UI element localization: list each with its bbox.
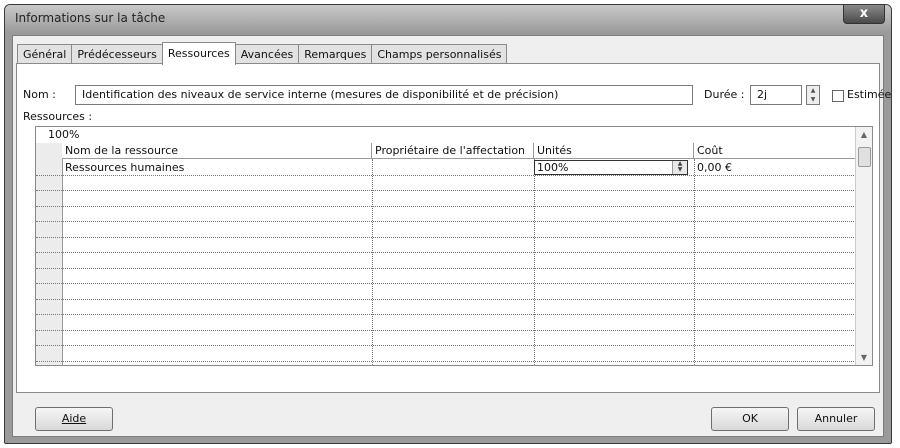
scroll-thumb[interactable]: [858, 147, 871, 167]
row-divider: [36, 299, 858, 300]
units-spinner-icon[interactable]: ▲ ▼: [672, 161, 687, 174]
cell-cost[interactable]: 0,00 €: [697, 160, 732, 175]
column-header-cost[interactable]: Coût: [694, 143, 858, 159]
dialog-title: Informations sur la tâche: [15, 11, 166, 25]
help-button-label: Aide: [61, 412, 87, 425]
resources-label: Ressources :: [23, 110, 93, 123]
grid-edit-bar[interactable]: 100%: [36, 127, 858, 144]
row-divider: [36, 175, 858, 176]
close-button[interactable]: x: [843, 5, 885, 24]
cell-units-editor[interactable]: 100%: [534, 160, 688, 175]
close-icon: x: [859, 6, 869, 21]
title-bar[interactable]: Informations sur la tâche x: [5, 5, 891, 31]
tab-notes[interactable]: Remarques: [298, 44, 373, 65]
resources-grid: 100% Nom de la ressource Propriétaire de…: [35, 126, 873, 366]
scroll-up-icon[interactable]: ▲: [856, 130, 872, 139]
ok-button[interactable]: OK: [711, 407, 789, 431]
tab-custom-fields[interactable]: Champs personnalisés: [371, 44, 508, 65]
duration-field[interactable]: 2j: [750, 85, 802, 105]
tab-strip: Général Prédécesseurs Ressources Avancée…: [17, 42, 508, 65]
task-info-dialog: Informations sur la tâche x Général Préd…: [4, 4, 892, 444]
dialog-body: Général Prédécesseurs Ressources Avancée…: [12, 35, 891, 437]
column-header-assignment-owner[interactable]: Propriétaire de l'affectation: [372, 143, 534, 159]
row-header-column: [36, 143, 63, 365]
row-divider: [36, 237, 858, 238]
grid-scrollbar[interactable]: ▲ ▼: [855, 127, 872, 365]
column-header-units[interactable]: Unités: [534, 143, 694, 159]
column-header-resource-name[interactable]: Nom de la ressource: [62, 143, 372, 159]
row-divider: [36, 330, 858, 331]
name-label: Nom :: [23, 88, 56, 101]
tab-advanced[interactable]: Avancées: [234, 44, 300, 65]
grid-edit-value: 100%: [48, 128, 80, 141]
spinner-down-icon[interactable]: ▼: [807, 95, 819, 104]
row-divider: [36, 252, 858, 253]
column-divider: [534, 159, 535, 365]
row-divider: [36, 361, 858, 362]
tab-general[interactable]: Général: [17, 44, 73, 65]
row-divider: [36, 206, 858, 207]
help-button[interactable]: Aide: [35, 407, 113, 431]
scroll-down-icon[interactable]: ▼: [856, 353, 872, 362]
duration-label: Durée :: [704, 88, 745, 101]
estimated-checkbox[interactable]: [832, 90, 844, 102]
cancel-button[interactable]: Annuler: [797, 407, 875, 431]
cell-resource-name[interactable]: Ressources humaines: [65, 160, 184, 175]
estimated-label: Estimée: [847, 88, 892, 101]
row-divider: [36, 345, 858, 346]
tab-resources[interactable]: Ressources: [161, 42, 236, 65]
row-divider: [36, 268, 858, 269]
task-name-field[interactable]: Identification des niveaux de service in…: [75, 85, 693, 105]
row-divider: [36, 221, 858, 222]
spinner-up-icon[interactable]: ▲: [807, 86, 819, 95]
column-divider: [694, 159, 695, 365]
duration-spinner[interactable]: ▲ ▼: [806, 85, 820, 105]
row-divider: [36, 314, 858, 315]
column-divider: [372, 159, 373, 365]
row-divider: [36, 283, 858, 284]
row-divider: [36, 190, 858, 191]
tab-predecessors[interactable]: Prédécesseurs: [71, 44, 163, 65]
